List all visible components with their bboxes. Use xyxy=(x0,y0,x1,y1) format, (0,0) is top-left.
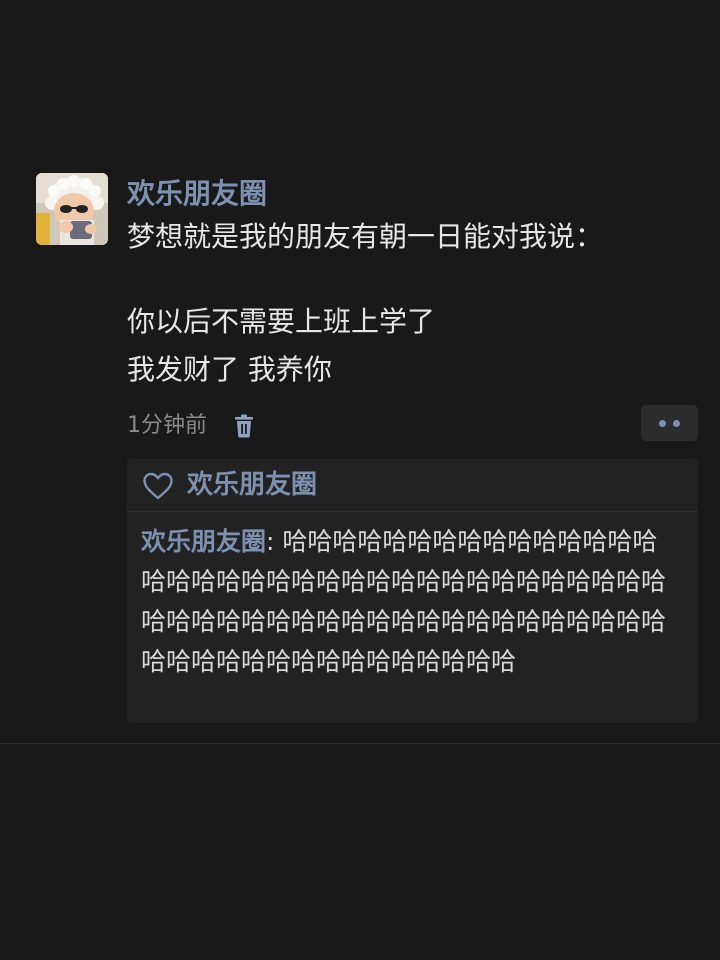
post-meta-row: 1分钟前 xyxy=(127,405,699,443)
post-text-blank-line xyxy=(127,254,699,305)
post-text-line: 你以后不需要上班上学了 xyxy=(127,305,436,338)
more-dots-icon xyxy=(659,420,666,427)
post-content: 欢乐朋友圈 梦想就是我的朋友有朝一日能对我说： 你以后不需要上班上学了 我发财了… xyxy=(127,172,699,723)
moments-page: 欢乐朋友圈 梦想就是我的朋友有朝一日能对我说： 你以后不需要上班上学了 我发财了… xyxy=(0,0,720,960)
more-button[interactable] xyxy=(641,405,698,441)
post-text-line: 我发财了 我养你 xyxy=(127,353,332,386)
interaction-panel: 欢乐朋友圈 欢乐朋友圈: 哈哈哈哈哈哈哈哈哈哈哈哈哈哈哈哈哈哈哈哈哈哈哈哈哈哈哈… xyxy=(127,459,698,723)
liked-by-name[interactable]: 欢乐朋友圈 xyxy=(187,465,317,505)
comment-author[interactable]: 欢乐朋友圈 xyxy=(141,527,266,556)
more-dots-icon xyxy=(673,420,680,427)
likes-row: 欢乐朋友圈 xyxy=(127,459,698,511)
post-text-line: 梦想就是我的朋友有朝一日能对我说： xyxy=(127,220,604,253)
baby-avatar-icon xyxy=(36,173,108,245)
trash-icon[interactable] xyxy=(233,414,255,438)
post-bottom-divider xyxy=(0,743,720,744)
comment-separator: : xyxy=(266,527,283,556)
avatar[interactable] xyxy=(36,173,108,245)
comment-item[interactable]: 欢乐朋友圈: 哈哈哈哈哈哈哈哈哈哈哈哈哈哈哈哈哈哈哈哈哈哈哈哈哈哈哈哈哈哈哈哈哈… xyxy=(127,512,698,682)
post-username[interactable]: 欢乐朋友圈 xyxy=(127,174,699,214)
post-time: 1分钟前 xyxy=(127,413,207,438)
heart-icon xyxy=(143,472,173,500)
